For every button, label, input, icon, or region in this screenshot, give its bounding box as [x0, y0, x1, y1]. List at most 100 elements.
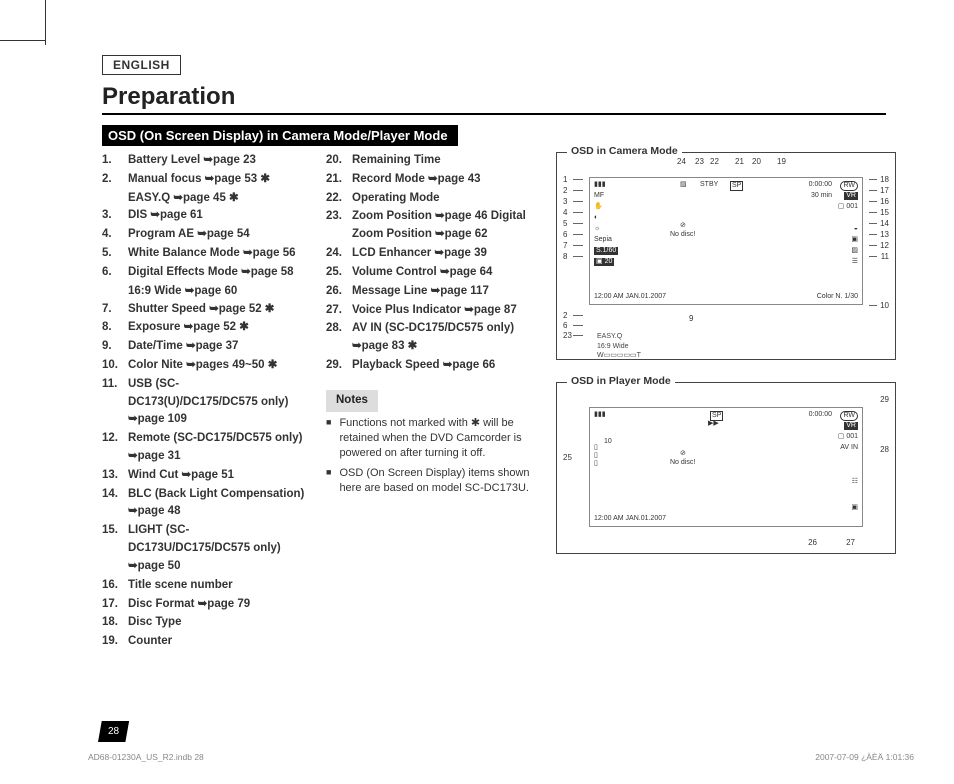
mf-icon: MF [594, 192, 604, 200]
list-label: Remaining Time [352, 152, 441, 170]
scene-number: ▢ 001 [838, 203, 858, 211]
list-number: 23. [326, 208, 346, 244]
osd-list-column-1: 1.Battery Level ➥page 232.Manual focus ➥… [102, 152, 308, 652]
osd-list-item: 23.Zoom Position ➥page 46 Digital Zoom P… [326, 208, 538, 244]
list-label: Color Nite ➥pages 49~50 ✱ [128, 357, 277, 375]
footer-timestamp: 2007-07-09 ¿ÀÈÄ 1:01:36 [815, 752, 914, 762]
osd-list-item: 13.Wind Cut ➥page 51 [102, 467, 308, 485]
osd-list-item: 5.White Balance Mode ➥page 56 [102, 245, 308, 263]
vol-bar: ▯▯▯ [594, 444, 598, 468]
list-label: Remote (SC-DC175/DC575 only) ➥page 31 [128, 430, 308, 466]
scene-number-val: 001 [846, 433, 858, 440]
colornite-label: Color N. 1/30 [817, 293, 858, 301]
notes-item: ■OSD (On Screen Display) items shown her… [326, 466, 538, 497]
leader-line [869, 201, 877, 202]
callout-23: 23 [563, 331, 572, 340]
leader-line [573, 223, 583, 224]
list-number: 18. [102, 614, 122, 632]
callout-19: 19 [777, 157, 786, 166]
list-number: 2. [102, 171, 122, 189]
leader-line [869, 179, 877, 180]
osd-list-item: 29.Playback Speed ➥page 66 [326, 357, 538, 375]
notes-item: ■Functions not marked with ✱ will be ret… [326, 416, 538, 462]
list-number: 19. [102, 633, 122, 651]
shutter-label: S.1/60 [594, 247, 618, 255]
osd-player-mode-figure: OSD in Player Mode 25 29 28 27 26 ▮▮▮ SP… [556, 382, 896, 554]
callout-20: 20 [752, 157, 761, 166]
osd-list-item: 28.AV IN (SC-DC175/DC575 only) ➥page 83 … [326, 320, 538, 356]
list-number: 12. [102, 430, 122, 466]
callout-27: 27 [846, 538, 855, 547]
list-number: 26. [326, 283, 346, 301]
list-label: Exposure ➥page 52 ✱ [128, 319, 249, 337]
osd-list-item: 8.Exposure ➥page 52 ✱ [102, 319, 308, 337]
osd-list-item: 18.Disc Type [102, 614, 308, 632]
list-label: Message Line ➥page 117 [352, 283, 489, 301]
osd-camera-screen: ▮▮▮ ▨ STBY SP 0:00:00 RW MF 30 min VR ✋ … [589, 177, 863, 305]
footer-file: AD68-01230A_US_R2.indb 28 [88, 752, 204, 762]
callout-22: 22 [710, 157, 719, 166]
disc-type-rw: RW [840, 181, 858, 191]
leader-line [869, 190, 877, 191]
blc-icon: ▣ [851, 236, 858, 244]
leader-line [869, 305, 877, 306]
callout-7: 7 [563, 241, 567, 250]
list-label: Record Mode ➥page 43 [352, 171, 481, 189]
osd-list-item: 16. Title scene number [102, 577, 308, 595]
list-label: DIS ➥page 61 [128, 207, 203, 225]
sp-label: SP [730, 181, 743, 191]
bullet-icon: ■ [326, 466, 331, 497]
osd-list-item: 4.Program AE ➥page 54 [102, 226, 308, 244]
osd-list-item: 25.Volume Control ➥page 64 [326, 264, 538, 282]
crop-mark-horizontal [0, 40, 45, 41]
callout-26: 26 [808, 538, 817, 547]
disc-type-rw: RW [840, 411, 858, 421]
datetime-label: 12:00 AM JAN.01.2007 [594, 293, 666, 301]
battery-icon: ▮▮▮ [594, 181, 606, 189]
list-label: BLC (Back Light Compensation) ➥page 48 [128, 486, 308, 522]
leader-line [573, 212, 583, 213]
exposure-icon: ▣ 20 [594, 258, 614, 266]
counter-value: 0:00:00 [809, 411, 832, 419]
list-number: 13. [102, 467, 122, 485]
list-number: 16. [102, 577, 122, 595]
zoom-bar: W▭▭▭▭▭T [597, 352, 641, 360]
osd-list-item: 9.Date/Time ➥page 37 [102, 338, 308, 356]
dis-icon: ✋ [594, 203, 603, 211]
osd-list-item: 24.LCD Enhancer ➥page 39 [326, 245, 538, 263]
list-label: Digital Effects Mode ➥page 58 [128, 264, 294, 282]
list-number: 29. [326, 357, 346, 375]
callout-8: 8 [563, 252, 567, 261]
osd-list-item: 11.USB (SC-DC173(U)/DC175/DC575 only) ➥p… [102, 376, 308, 429]
callout-6: 6 [563, 230, 567, 239]
footer-metadata: AD68-01230A_US_R2.indb 28 2007-07-09 ¿ÀÈ… [88, 752, 914, 762]
leader-line [869, 234, 877, 235]
callout-14: 14 [880, 219, 889, 228]
callout-25: 25 [563, 453, 572, 462]
osd-player-title: OSD in Player Mode [567, 375, 675, 387]
callout-23: 23 [695, 157, 704, 166]
osd-list-item: 22.Operating Mode [326, 190, 538, 208]
osd-list-item: 12. Remote (SC-DC175/DC575 only) ➥page 31 [102, 430, 308, 466]
list-label: Program AE ➥page 54 [128, 226, 250, 244]
vr-label: VR [844, 192, 858, 200]
page-number-tab: 28 [98, 721, 129, 742]
list-label: Title scene number [128, 577, 233, 595]
vr-label: VR [844, 422, 858, 430]
nodisc-icon: ⊘ [680, 222, 686, 230]
windcut-icon: ▨ [851, 247, 858, 255]
leader-line [573, 245, 583, 246]
leader-line [573, 325, 583, 326]
list-label: Operating Mode [352, 190, 440, 208]
easyq-label: EASY.Q [597, 333, 622, 341]
callout-15: 15 [880, 208, 889, 217]
nodisc-label: No disc! [670, 459, 695, 467]
list-number: 20. [326, 152, 346, 170]
voiceplus-icon: ☷ [852, 478, 858, 486]
osd-list-item: 26. Message Line ➥page 117 [326, 283, 538, 301]
bullet-icon: ■ [326, 416, 331, 462]
osd-list-item: 2.Manual focus ➥page 53 ✱ [102, 171, 308, 189]
list-number: 5. [102, 245, 122, 263]
list-label: Counter [128, 633, 172, 651]
leader-line [573, 335, 583, 336]
